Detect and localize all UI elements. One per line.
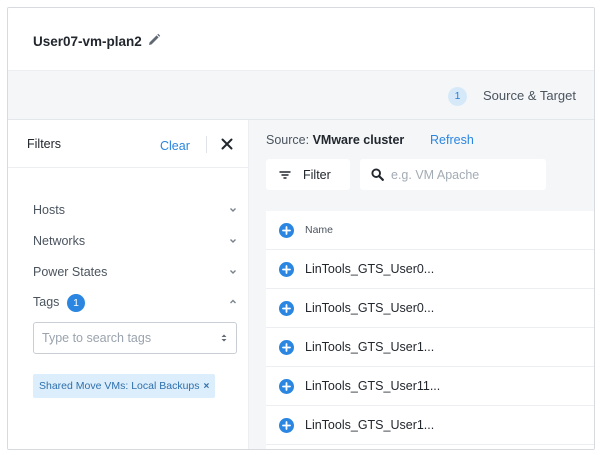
wizard-steps: 1 Source & Target [8, 71, 594, 120]
plan-header: User07-vm-plan2 [8, 8, 594, 71]
facet-label: Networks [33, 234, 86, 248]
column-header-name[interactable]: Name [305, 224, 333, 236]
facet-networks[interactable]: Networks [33, 231, 238, 253]
filters-panel: Filters Clear Hosts Networks Power State… [8, 120, 249, 449]
selected-tag-label: Shared Move VMs: Local Backups [39, 380, 200, 392]
source-name: VMware cluster [312, 133, 405, 147]
selected-tag-chip: Shared Move VMs: Local Backups × [33, 374, 216, 398]
table-row[interactable]: LinTools_GTS_User11... [266, 367, 594, 406]
vm-search-box[interactable] [360, 159, 546, 190]
chevron-down-icon [230, 239, 236, 243]
step-number-badge: 1 [448, 87, 467, 106]
table-row[interactable]: LinTools_GTS_User1... [266, 328, 594, 367]
tag-search-select[interactable] [33, 322, 237, 354]
header-divider [206, 136, 207, 153]
add-vm-icon[interactable] [279, 301, 294, 316]
vm-name: LinTools_GTS_User1... [305, 340, 435, 354]
add-all-icon[interactable] [279, 223, 294, 238]
table-header: Name [266, 211, 594, 250]
vm-name: LinTools_GTS_User0... [305, 301, 435, 315]
filter-button[interactable]: Filter [266, 159, 350, 190]
facet-tags[interactable]: Tags 1 [33, 292, 238, 314]
chevron-up-icon [230, 299, 236, 304]
filters-header: Filters Clear [8, 120, 248, 168]
vm-table: Name LinTools_GTS_User0... LinTools_GTS_… [266, 211, 594, 449]
vm-name: LinTools_GTS_User0... [305, 262, 435, 276]
facet-label: Hosts [33, 203, 65, 217]
add-vm-icon[interactable] [279, 340, 294, 355]
tags-count-badge: 1 [67, 294, 85, 312]
chevron-down-icon [230, 270, 236, 274]
add-vm-icon[interactable] [279, 418, 294, 433]
search-icon [371, 168, 384, 181]
select-arrows-icon [221, 334, 227, 342]
pencil-icon[interactable] [147, 33, 161, 47]
step-source-target[interactable]: Source & Target [483, 88, 576, 103]
clear-filters-link[interactable]: Clear [160, 139, 190, 153]
vm-search-input[interactable] [391, 166, 536, 184]
tag-search-input[interactable] [42, 329, 212, 347]
refresh-link[interactable]: Refresh [430, 133, 474, 147]
facet-power-states[interactable]: Power States [33, 262, 238, 284]
table-row[interactable]: LinTools_GTS_User0... [266, 250, 594, 289]
filter-icon [279, 171, 291, 179]
vm-name: LinTools_GTS_User11... [305, 379, 441, 393]
filters-title: Filters [27, 137, 62, 151]
migration-plan-window: User07-vm-plan2 1 Source & Target Filter… [7, 7, 595, 450]
add-vm-icon[interactable] [279, 262, 294, 277]
source-label: Source: VMware cluster [266, 133, 404, 147]
add-vm-icon[interactable] [279, 379, 294, 394]
vm-name: LinTools_GTS_User1... [305, 418, 435, 432]
facet-hosts[interactable]: Hosts [33, 200, 238, 222]
close-icon[interactable] [219, 136, 235, 152]
table-row[interactable]: LinTools_GTS_User0... [266, 289, 594, 328]
filter-button-label: Filter [303, 168, 331, 182]
chevron-down-icon [230, 208, 236, 212]
facet-label: Tags [33, 295, 60, 309]
table-row[interactable]: LinTools_GTS_User1... [266, 406, 594, 445]
facet-label: Power States [33, 265, 108, 279]
source-prefix: Source: [266, 133, 313, 147]
source-panel: Source: VMware cluster Refresh Filter Na… [249, 120, 594, 449]
remove-tag-button[interactable]: × [204, 381, 210, 392]
plan-name: User07-vm-plan2 [33, 34, 142, 49]
